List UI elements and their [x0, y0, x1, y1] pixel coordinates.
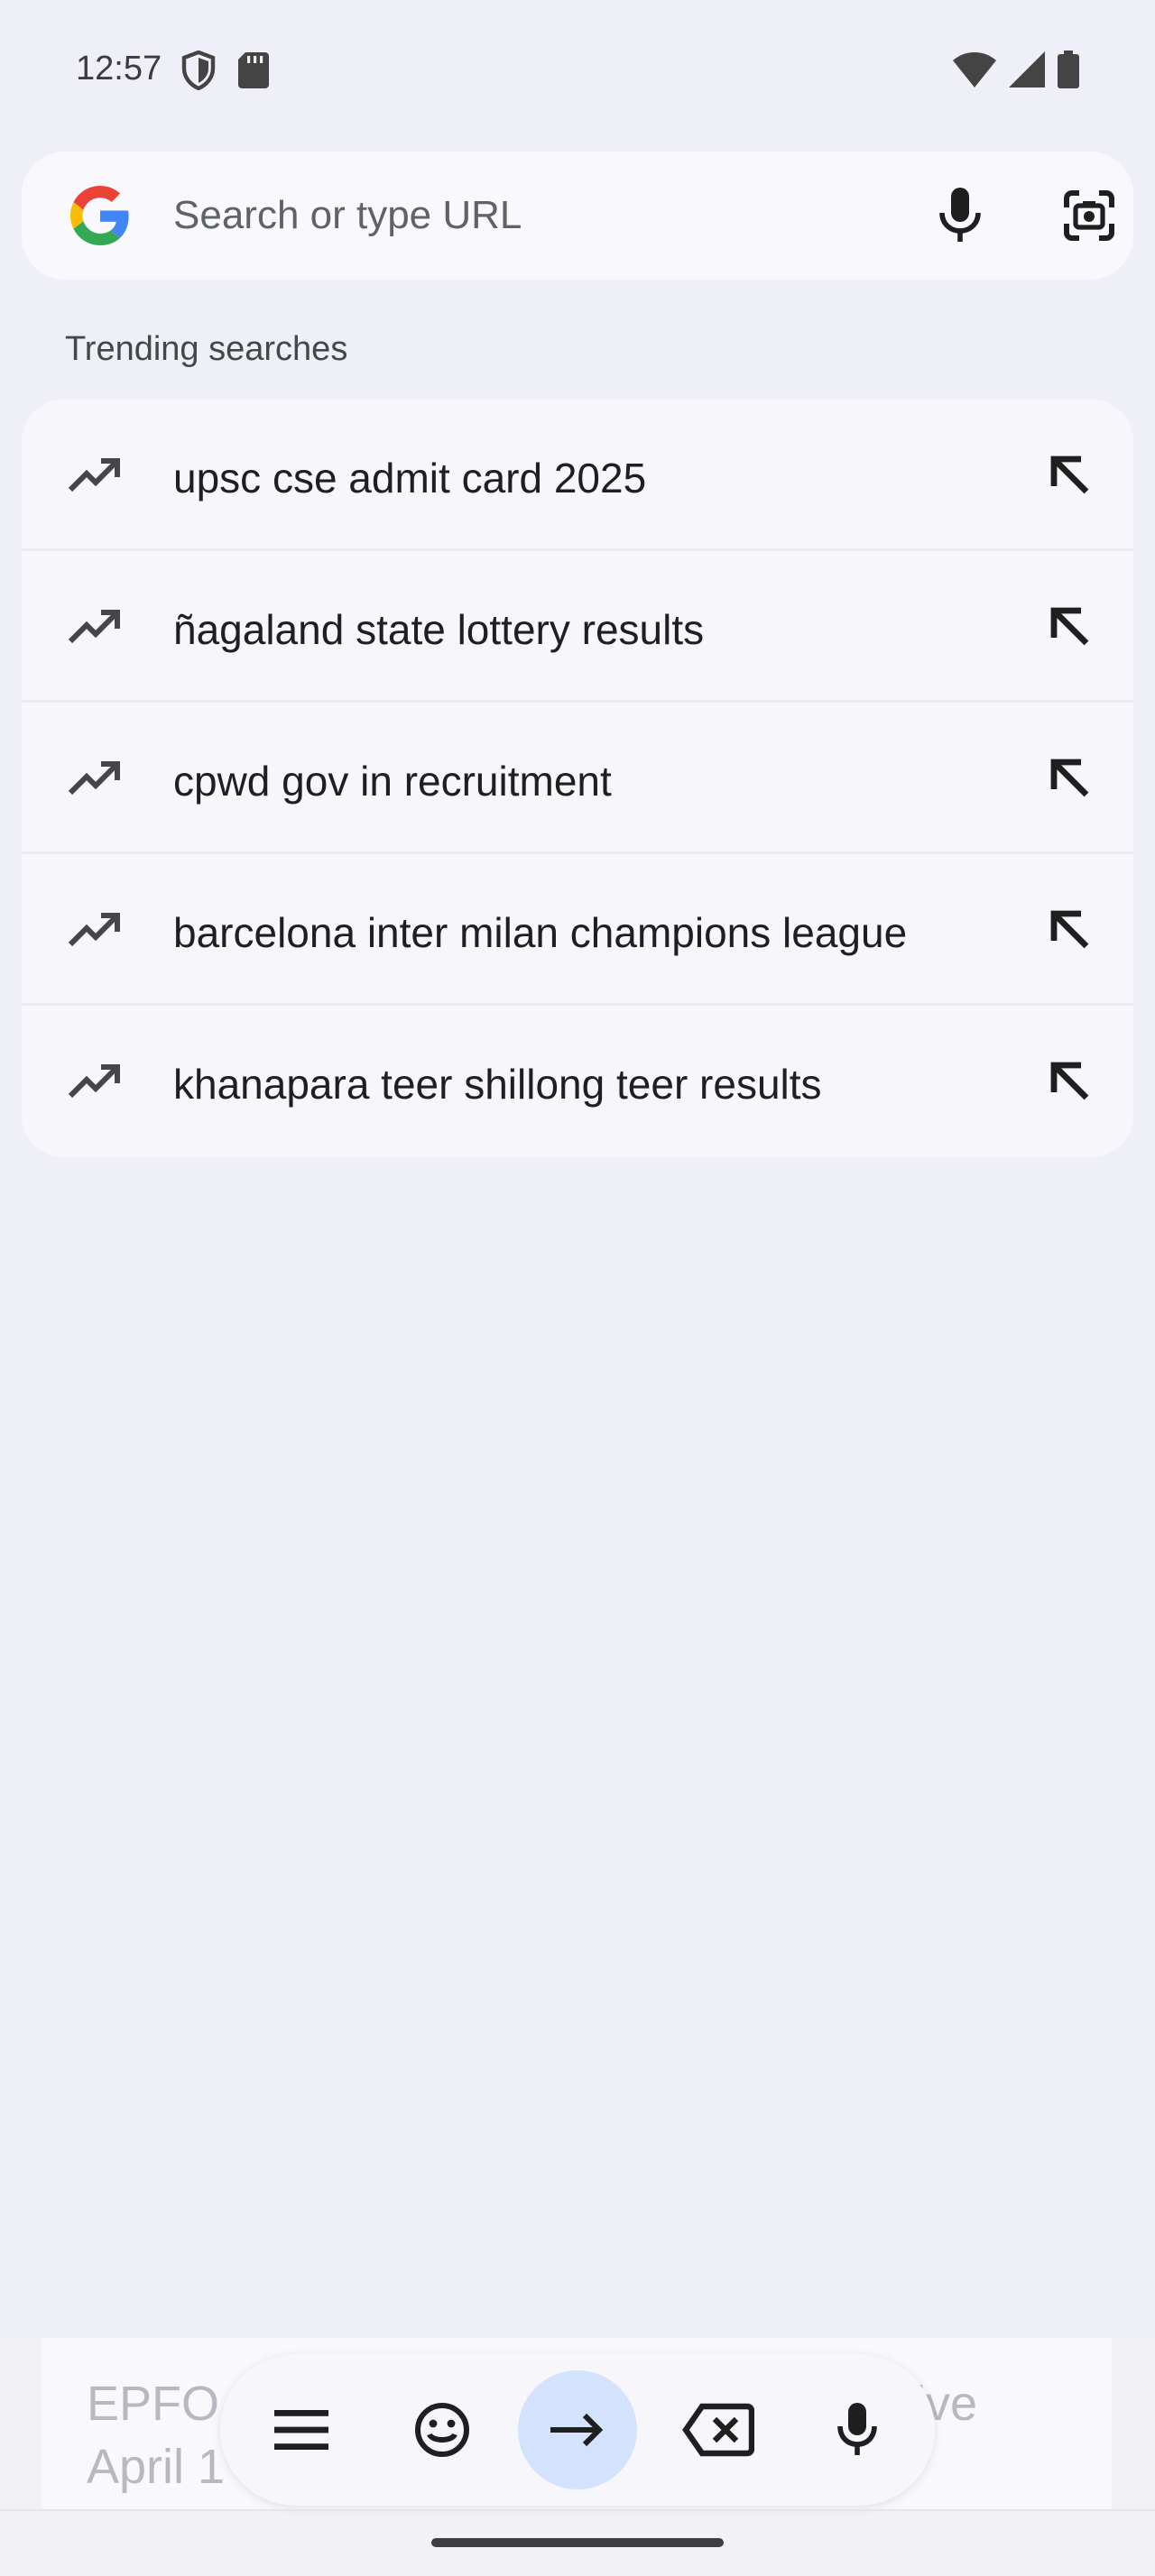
chrome-new-tab-page: 12:57 Search or type URL Trending search… [0, 0, 1155, 2576]
status-right-icons [953, 51, 1079, 88]
trending-up-icon [68, 1064, 120, 1099]
suggestion-row[interactable]: ñagaland state lottery results [22, 551, 1133, 703]
keyboard-go-button[interactable] [518, 2370, 637, 2489]
suggestion-text: ñagaland state lottery results [173, 606, 705, 653]
keyboard-voice-button[interactable] [805, 2378, 910, 2482]
menu-icon [274, 2410, 328, 2450]
wifi-icon [953, 52, 996, 87]
trending-up-icon [68, 610, 120, 644]
keyboard-divider [0, 2509, 1155, 2511]
arrow-right-icon [550, 2413, 604, 2447]
arrow-up-left-icon[interactable] [1041, 1053, 1099, 1110]
search-placeholder[interactable]: Search or type URL [173, 193, 522, 238]
sd-card-icon [238, 52, 269, 88]
shield-icon [181, 51, 216, 90]
trending-up-icon [68, 761, 120, 796]
gesture-nav-handle[interactable] [431, 2538, 724, 2547]
suggestion-row[interactable]: khanapara teer shillong teer results [22, 1006, 1133, 1157]
cell-signal-icon [1009, 51, 1045, 87]
suggestion-row[interactable]: cpwd gov in recruitment [22, 703, 1133, 854]
arrow-up-left-icon[interactable] [1041, 598, 1099, 656]
suggestion-row[interactable]: upsc cse admit card 2025 [22, 400, 1133, 551]
keyboard-menu-button[interactable] [249, 2378, 354, 2482]
suggestion-row[interactable]: barcelona inter milan champions league [22, 854, 1133, 1006]
suggestion-text: khanapara teer shillong teer results [173, 1061, 822, 1108]
google-logo [70, 186, 129, 245]
voice-search-button[interactable] [929, 184, 992, 247]
mic-icon [939, 188, 981, 242]
keyboard-emoji-button[interactable] [390, 2378, 494, 2482]
trending-up-icon [68, 913, 120, 947]
suggestion-text: cpwd gov in recruitment [173, 758, 612, 805]
trending-searches-list: upsc cse admit card 2025 ñagaland state … [22, 400, 1133, 1157]
status-time: 12:57 [76, 50, 162, 87]
suggestion-text: barcelona inter milan champions league [173, 909, 908, 956]
status-bar: 12:57 [0, 0, 1155, 135]
backspace-icon [682, 2403, 754, 2457]
keyboard-backspace-button[interactable] [666, 2378, 771, 2482]
trending-searches-heading: Trending searches [65, 330, 348, 368]
omnibox[interactable]: Search or type URL [22, 152, 1133, 280]
status-left-icons [180, 51, 269, 90]
arrow-up-left-icon[interactable] [1041, 750, 1099, 807]
lens-search-button[interactable] [1058, 184, 1121, 247]
suggestion-text: upsc cse admit card 2025 [173, 455, 647, 501]
keyboard-toolbar [220, 2354, 935, 2506]
emoji-icon [415, 2403, 469, 2457]
lens-camera-icon [1064, 190, 1114, 241]
arrow-up-left-icon[interactable] [1041, 901, 1099, 959]
trending-up-icon [68, 458, 120, 492]
mic-icon [837, 2403, 877, 2455]
arrow-up-left-icon[interactable] [1041, 446, 1099, 504]
battery-icon [1058, 51, 1079, 88]
